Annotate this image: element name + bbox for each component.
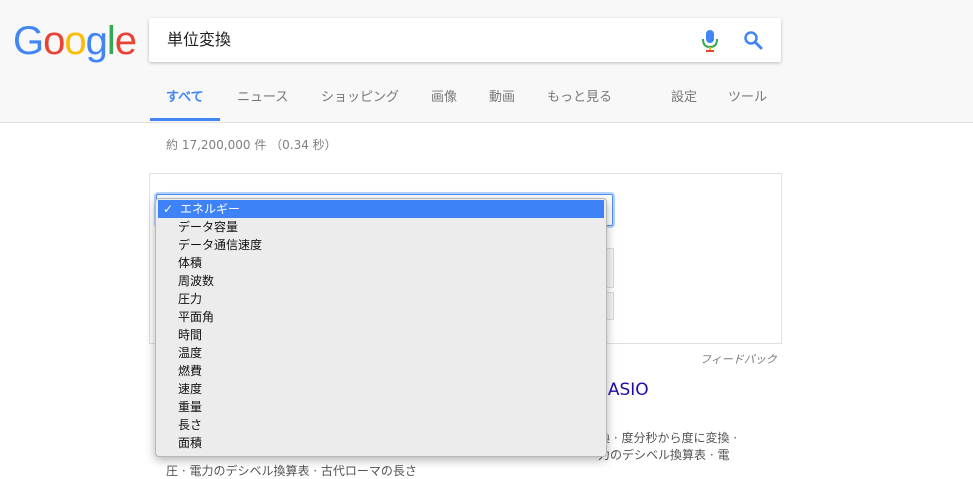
tab-images[interactable]: 画像: [431, 88, 457, 122]
logo-letter: G: [13, 19, 44, 63]
dropdown-option[interactable]: 重量: [156, 398, 606, 416]
dropdown-option[interactable]: 面積: [156, 434, 606, 452]
logo-letter: o: [43, 19, 65, 63]
logo-letter: g: [85, 19, 108, 63]
option-label: エネルギー: [180, 202, 241, 216]
active-tab-indicator: [150, 118, 220, 121]
dropdown-option[interactable]: 長さ: [156, 416, 606, 434]
logo-letter: o: [64, 19, 86, 63]
feedback-link[interactable]: フィードバック: [700, 351, 777, 367]
dropdown-option[interactable]: ✓ エネルギー: [158, 200, 604, 218]
dropdown-option[interactable]: 体積: [156, 254, 606, 272]
result-snippet-line2: 力のデシベル換算表 · 電: [598, 448, 730, 462]
dropdown-option[interactable]: データ通信速度: [156, 236, 606, 254]
dropdown-option[interactable]: 速度: [156, 380, 606, 398]
dropdown-option[interactable]: データ容量: [156, 218, 606, 236]
search-tabs: すべて ニュース ショッピング 画像 動画 もっと見る 設定 ツール: [0, 88, 973, 122]
tab-news[interactable]: ニュース: [237, 88, 288, 122]
logo-letter: e: [114, 19, 137, 63]
google-logo[interactable]: Google: [13, 18, 137, 64]
search-box: [149, 18, 781, 62]
dropdown-option[interactable]: 温度: [156, 344, 606, 362]
search-icon[interactable]: [743, 30, 763, 50]
tab-more[interactable]: もっと見る: [547, 88, 612, 122]
result-snippet-line1: 換 · 度分秒から度に変換 ·: [598, 431, 738, 445]
checkmark-icon: ✓: [163, 202, 174, 216]
dropdown-option[interactable]: 燃費: [156, 362, 606, 380]
tab-shopping[interactable]: ショッピング: [321, 88, 399, 122]
search-input[interactable]: [167, 18, 687, 62]
dropdown-option[interactable]: 圧力: [156, 290, 606, 308]
tab-videos[interactable]: 動画: [489, 88, 515, 122]
microphone-icon[interactable]: [702, 30, 718, 52]
tab-tools[interactable]: ツール: [728, 88, 767, 122]
dropdown-option[interactable]: 時間: [156, 326, 606, 344]
result-stats: 約 17,200,000 件 （0.34 秒）: [166, 138, 337, 152]
dropdown-option[interactable]: 平面角: [156, 308, 606, 326]
tab-settings[interactable]: 設定: [671, 88, 697, 122]
header: Google すべて ニュース ショッピング 画像 動画 もっと見る 設定 ツー…: [0, 0, 973, 123]
category-dropdown-list: ✓ エネルギー データ容量 データ通信速度 体積 周波数 圧力 平面角 時間 温…: [155, 198, 607, 457]
tab-all[interactable]: すべて: [166, 88, 204, 122]
logo-letter: l: [106, 19, 116, 63]
dropdown-option[interactable]: 周波数: [156, 272, 606, 290]
